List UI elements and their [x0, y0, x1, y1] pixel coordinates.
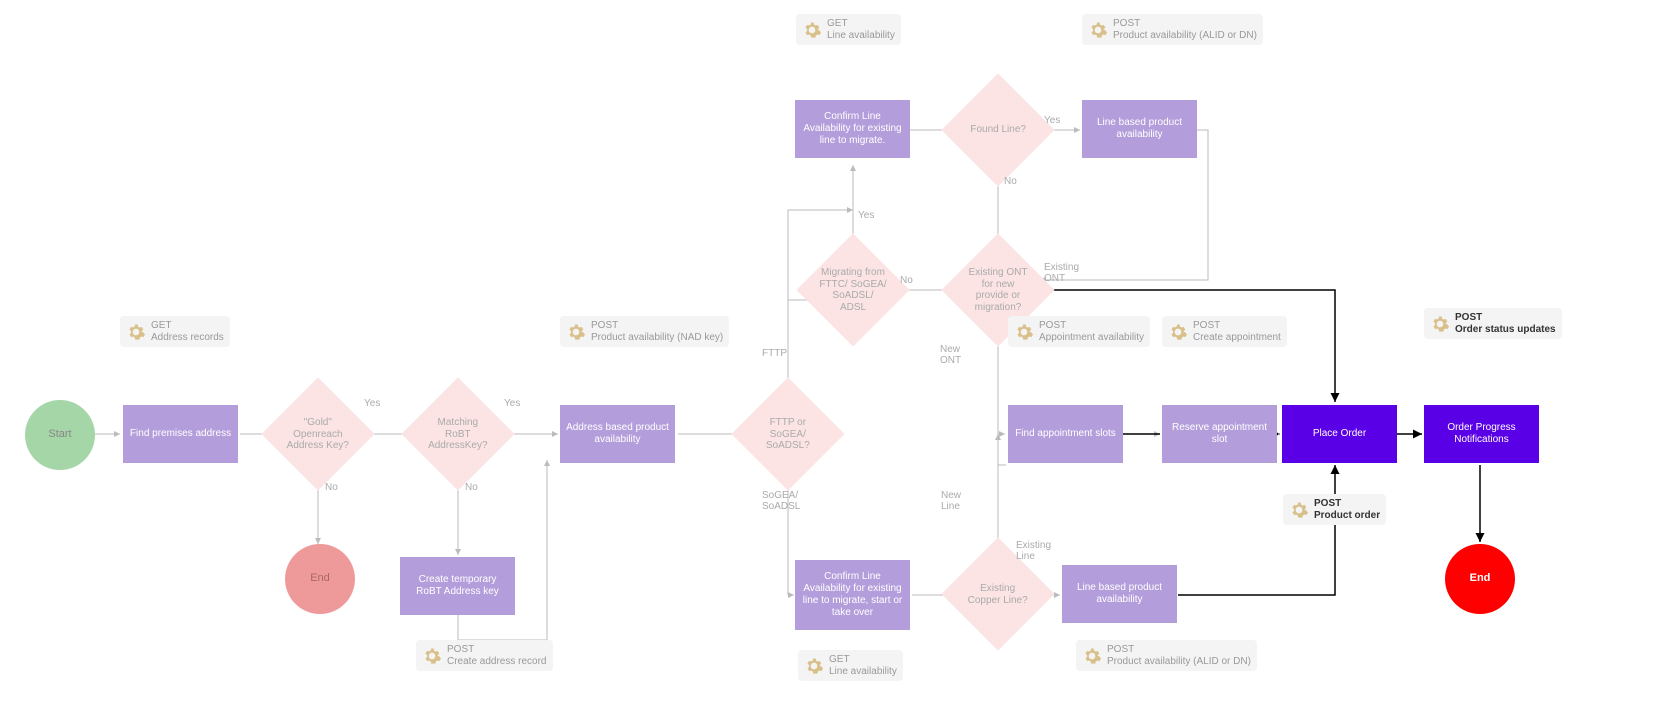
copper-label: Existing Copper Line?: [964, 583, 1032, 606]
fttp-or-label: FTTP or SoGEA/ SoADSL?: [754, 417, 822, 452]
robt-label: Matching RoBT AddressKey?: [424, 417, 492, 452]
api-post-prod-alid-bot: POST Product availability (ALID or DN): [1076, 640, 1257, 671]
addr-based-label: Address based product availability: [566, 422, 669, 446]
api-post-order-status: POST Order status updates: [1424, 308, 1562, 339]
end-faded-label: End: [310, 572, 330, 585]
api-get-line-top: GET Line availability: [796, 14, 901, 45]
lbl-mig-no: No: [900, 275, 913, 286]
api-post-appt-text: POST Appointment availability: [1039, 320, 1144, 343]
lbl-robt-no: No: [465, 482, 478, 493]
end-bold-node: End: [1445, 544, 1515, 614]
addr-based-rect: Address based product availability: [560, 405, 675, 463]
api-post-create-addr-text: POST Create address record: [447, 644, 547, 667]
gold-label: "Gold" Openreach Address Key?: [284, 417, 352, 452]
order-prog-label: Order Progress Notifications: [1430, 422, 1533, 446]
api-post-order-status-text: POST Order status updates: [1455, 312, 1556, 335]
migrating-label: Migrating from FTTC/ SoGEA/ SoADSL/ ADSL: [819, 267, 887, 313]
api-post-create-appt-text: POST Create appointment: [1193, 320, 1281, 343]
found-line-label: Found Line?: [964, 124, 1032, 136]
find-premises-label: Find premises address: [130, 428, 231, 440]
lbl-exist-ont: Existing ONT: [1044, 262, 1079, 284]
api-get-addr: GET Address records: [120, 316, 230, 347]
api-post-prod-alid-top: POST Product availability (ALID or DN): [1082, 14, 1263, 45]
fttp-or-diamond: FTTP or SoGEA/ SoADSL?: [731, 377, 844, 490]
start-label: Start: [48, 428, 71, 441]
line-prod-top-label: Line based product availability: [1088, 117, 1191, 141]
lbl-sogea: SoGEA/ SoADSL: [762, 490, 800, 512]
api-post-prod-order: POST Product order: [1283, 494, 1386, 525]
api-post-prod-nad: POST Product availability (NAD key): [560, 316, 729, 347]
api-get-addr-text: GET Address records: [151, 320, 224, 343]
lbl-found-yes: Yes: [1044, 115, 1060, 126]
confirm-bot-label: Confirm Line Availability for existing l…: [801, 571, 904, 619]
api-post-create-addr: POST Create address record: [416, 640, 553, 671]
api-get-line-top-text: GET Line availability: [827, 18, 895, 41]
create-temp-rect: Create temporary RoBT Address key: [400, 557, 515, 615]
end-faded-node: End: [285, 544, 355, 614]
find-appt-rect: Find appointment slots: [1008, 405, 1123, 463]
place-order-label: Place Order: [1313, 428, 1366, 440]
lbl-new-line: New Line: [941, 490, 961, 512]
api-post-create-appt: POST Create appointment: [1162, 316, 1287, 347]
line-prod-bot-rect: Line based product availability: [1062, 565, 1177, 623]
lbl-new-ont: New ONT: [940, 344, 961, 366]
api-post-prod-nad-text: POST Product availability (NAD key): [591, 320, 723, 343]
confirm-top-label: Confirm Line Availability for existing l…: [801, 111, 904, 147]
lbl-fttp: FTTP: [762, 348, 787, 359]
confirm-top-rect: Confirm Line Availability for existing l…: [795, 100, 910, 158]
lbl-mig-yes: Yes: [858, 210, 874, 221]
lbl-robt-yes: Yes: [504, 398, 520, 409]
place-order-rect: Place Order: [1282, 405, 1397, 463]
reserve-appt-label: Reserve appointment slot: [1168, 422, 1271, 446]
line-prod-top-rect: Line based product availability: [1082, 100, 1197, 158]
api-post-prod-alid-top-text: POST Product availability (ALID or DN): [1113, 18, 1257, 41]
api-get-line-bot: GET Line availability: [798, 650, 903, 681]
line-prod-bot-label: Line based product availability: [1068, 582, 1171, 606]
create-temp-label: Create temporary RoBT Address key: [406, 574, 509, 598]
lbl-gold-no: No: [325, 482, 338, 493]
end-bold-label: End: [1470, 572, 1491, 585]
robt-diamond: Matching RoBT AddressKey?: [401, 377, 514, 490]
lbl-gold-yes: Yes: [364, 398, 380, 409]
order-prog-rect: Order Progress Notifications: [1424, 405, 1539, 463]
find-appt-label: Find appointment slots: [1015, 428, 1116, 440]
migrating-diamond: Migrating from FTTC/ SoGEA/ SoADSL/ ADSL: [796, 233, 909, 346]
reserve-appt-rect: Reserve appointment slot: [1162, 405, 1277, 463]
found-line-diamond: Found Line?: [941, 73, 1054, 186]
api-post-appt: POST Appointment availability: [1008, 316, 1150, 347]
lbl-found-no: No: [1004, 176, 1017, 187]
existing-ont-label: Existing ONT for new provide or migratio…: [964, 267, 1032, 313]
start-node: Start: [25, 400, 95, 470]
api-post-prod-alid-bot-text: POST Product availability (ALID or DN): [1107, 644, 1251, 667]
confirm-bot-rect: Confirm Line Availability for existing l…: [795, 560, 910, 630]
find-premises-rect: Find premises address: [123, 405, 238, 463]
api-get-line-bot-text: GET Line availability: [829, 654, 897, 677]
gold-diamond: "Gold" Openreach Address Key?: [261, 377, 374, 490]
api-post-prod-order-text: POST Product order: [1314, 498, 1380, 521]
lbl-exist-line: Existing Line: [1016, 540, 1051, 562]
